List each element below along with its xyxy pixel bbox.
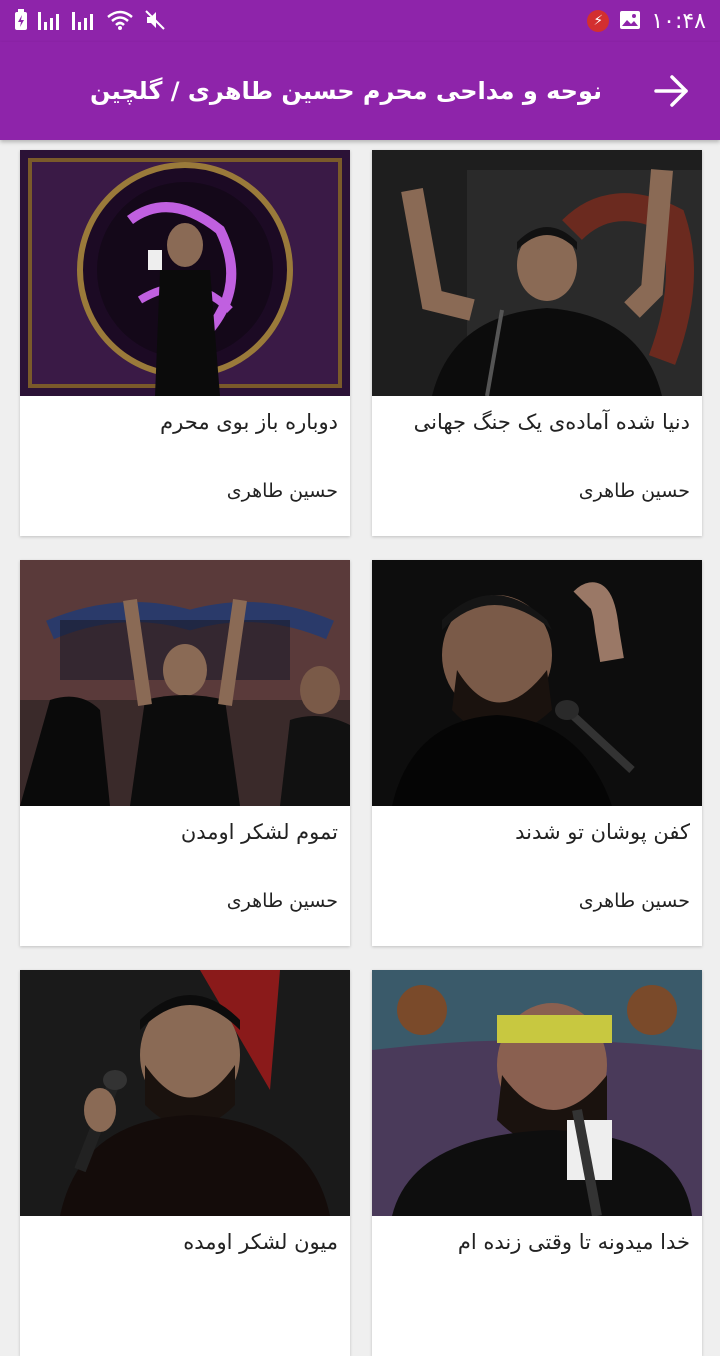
track-title: دوباره باز بوی محرم	[160, 410, 338, 434]
track-artist: حسین طاهری	[226, 480, 338, 502]
track-title: دنیا شده آماده‌ی یک جنگ جهانی	[413, 410, 690, 434]
track-thumbnail	[20, 560, 350, 806]
signal-icon	[72, 10, 96, 33]
image-icon	[619, 10, 641, 33]
arrow-right-icon	[654, 75, 688, 107]
status-left-icons	[14, 8, 166, 34]
track-card[interactable]: دنیا شده آماده‌ی یک جنگ جهانی حسین طاهری	[372, 150, 702, 536]
track-title: کفن پوشان تو شدند	[515, 820, 690, 844]
track-thumbnail	[20, 150, 350, 396]
mute-icon	[144, 9, 166, 34]
track-card[interactable]: کفن پوشان تو شدند حسین طاهری	[372, 560, 702, 946]
track-artist: حسین طاهری	[226, 890, 338, 912]
status-bar: ⚡ ۱۰:۴۸	[0, 0, 720, 42]
status-right-icons: ⚡ ۱۰:۴۸	[587, 9, 706, 34]
app-toolbar: نوحه و مداحی محرم حسین طاهری / گلچین	[0, 42, 720, 140]
track-thumbnail	[372, 970, 702, 1216]
track-artist: حسین طاهری	[578, 480, 690, 502]
track-card[interactable]: تموم لشکر اومدن حسین طاهری	[20, 560, 350, 946]
track-title: تموم لشکر اومدن	[180, 820, 338, 844]
back-button[interactable]	[652, 71, 692, 111]
signal-icon	[38, 10, 62, 33]
wifi-icon	[106, 9, 134, 34]
track-card[interactable]: میون لشکر اومده	[20, 970, 350, 1356]
track-card[interactable]: دوباره باز بوی محرم حسین طاهری	[20, 150, 350, 536]
track-thumbnail	[372, 150, 702, 396]
track-title: خدا میدونه تا وقتی زنده ام	[457, 1230, 690, 1254]
battery-charging-icon	[14, 8, 28, 34]
track-thumbnail	[372, 560, 702, 806]
track-card[interactable]: خدا میدونه تا وقتی زنده ام	[372, 970, 702, 1356]
status-time: ۱۰:۴۸	[651, 8, 706, 34]
track-thumbnail	[20, 970, 350, 1216]
track-artist: حسین طاهری	[578, 890, 690, 912]
page-title: نوحه و مداحی محرم حسین طاهری / گلچین	[89, 77, 602, 105]
flash-badge-icon: ⚡	[587, 10, 610, 32]
track-title: میون لشکر اومده	[183, 1230, 338, 1254]
